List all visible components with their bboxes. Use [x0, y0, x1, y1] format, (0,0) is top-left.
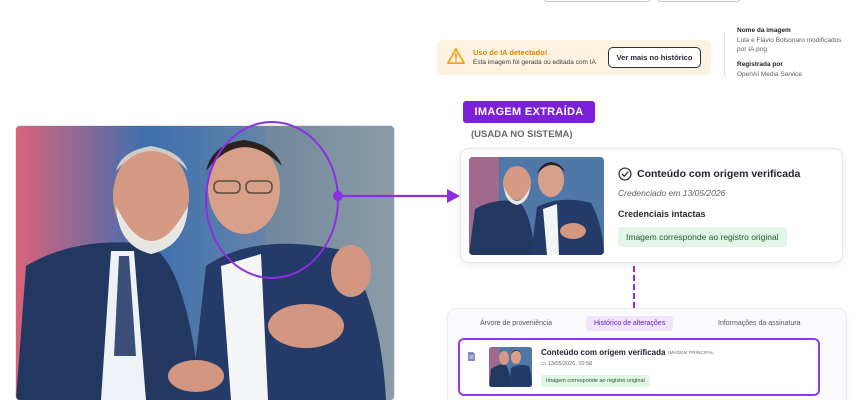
- arrow-head-icon: [447, 189, 460, 203]
- credentials-status: Credenciais intactas: [618, 209, 706, 219]
- entry-date-text: 13/05/2026, 10:58: [547, 361, 593, 367]
- entry-date: ▭ 13/05/2026, 10:58: [541, 361, 592, 367]
- history-entry[interactable]: Conteúdo com origem verificada IMAGEM PR…: [458, 338, 820, 396]
- verification-card: Conteúdo com origem verificada Credencia…: [460, 148, 843, 263]
- extracted-image-subtitle: (USADA NO SISTEMA): [471, 129, 573, 140]
- entry-thumbnail: [489, 347, 532, 387]
- entry-match-badge: Imagem corresponde ao registro original: [541, 375, 650, 387]
- calendar-icon: ▭: [541, 361, 547, 367]
- check-circle-icon: [618, 167, 632, 181]
- highlight-circle: [205, 121, 339, 279]
- connector-line: [633, 266, 635, 308]
- tab-provenance-tree[interactable]: Árvore de proveniência: [472, 316, 560, 331]
- verification-date: Credenciado em 13/05/2026: [618, 188, 726, 198]
- extracted-thumbnail: [469, 157, 604, 255]
- extracted-image-badge: IMAGEM EXTRAÍDA: [463, 101, 595, 123]
- tab-signature-info[interactable]: Informações da assinatura: [710, 316, 809, 331]
- entry-tag: IMAGEM PRINCIPAL: [668, 350, 715, 355]
- history-panel: Árvore de proveniência Histórico de alte…: [447, 308, 847, 400]
- match-badge: Imagem corresponde ao registro original: [618, 227, 787, 247]
- tab-change-history[interactable]: Histórico de alterações: [586, 316, 674, 331]
- verification-title: Conteúdo com origem verificada: [637, 168, 801, 180]
- entry-title: Conteúdo com origem verificada: [541, 348, 666, 357]
- document-icon: [468, 352, 475, 361]
